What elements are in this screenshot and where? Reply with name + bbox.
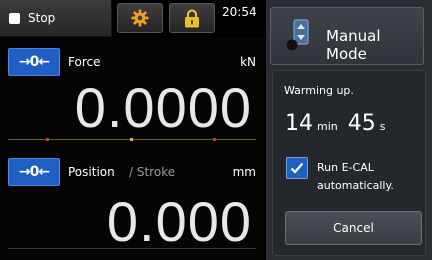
force-label: Force <box>68 55 101 69</box>
manual-mode-icon <box>286 19 309 51</box>
ecal-label-line2: automatically. <box>317 179 394 192</box>
force-scale-tick-zero <box>130 138 133 141</box>
lock-button[interactable] <box>169 3 215 33</box>
force-zero-button[interactable]: →0← <box>8 48 60 76</box>
position-zero-button[interactable]: →0← <box>8 158 60 186</box>
lock-icon <box>185 8 199 27</box>
ecal-label[interactable]: Run E-CAL automatically. <box>317 159 394 195</box>
force-scale-tick-high <box>213 138 216 141</box>
force-scale-tick-low <box>46 138 49 141</box>
position-label[interactable]: Position <box>68 165 115 179</box>
manual-mode-button[interactable]: Manual Mode <box>270 7 424 65</box>
check-icon <box>290 162 304 174</box>
ecal-label-line1: Run E-CAL <box>317 161 374 174</box>
force-unit: kN <box>240 55 256 69</box>
warmup-timer: 14 min 45 s <box>285 111 385 136</box>
manual-mode-label: Manual Mode <box>326 27 381 63</box>
timer-sec-unit: s <box>379 120 386 133</box>
stop-button[interactable]: Stop <box>0 0 112 37</box>
stop-icon <box>9 12 20 24</box>
settings-button[interactable] <box>117 3 163 33</box>
position-unit: mm <box>232 165 256 179</box>
cancel-button[interactable]: Cancel <box>285 211 422 245</box>
stop-label: Stop <box>28 11 56 25</box>
force-channel: →0← Force kN 0.0000 <box>0 44 264 150</box>
warmup-status: Warming up. <box>284 84 354 97</box>
force-value: 0.0000 <box>74 76 252 139</box>
ecal-checkbox[interactable] <box>286 157 308 179</box>
control-panel: Manual Mode Warming up. 14 min 45 s Run E-C… <box>266 0 432 260</box>
timer-seconds: 45 <box>347 111 376 136</box>
clock-time: 20:54 <box>222 5 257 19</box>
force-scale-bar <box>8 138 256 142</box>
position-divider <box>8 248 256 249</box>
warmup-dialog: Warming up. 14 min 45 s Run E-CAL automatic… <box>272 70 426 256</box>
gear-icon <box>131 9 149 27</box>
measurement-panel: Stop 20:54 →0← Force kN 0.0000 →0← Posit… <box>0 0 264 260</box>
position-value: 0.000 <box>106 190 252 253</box>
stroke-label[interactable]: / Stroke <box>129 165 175 179</box>
top-toolbar: Stop 20:54 <box>0 0 264 38</box>
timer-minutes: 14 <box>285 111 313 136</box>
position-channel: →0← Position / Stroke mm 0.000 <box>0 154 264 260</box>
timer-min-unit: min <box>317 120 338 133</box>
